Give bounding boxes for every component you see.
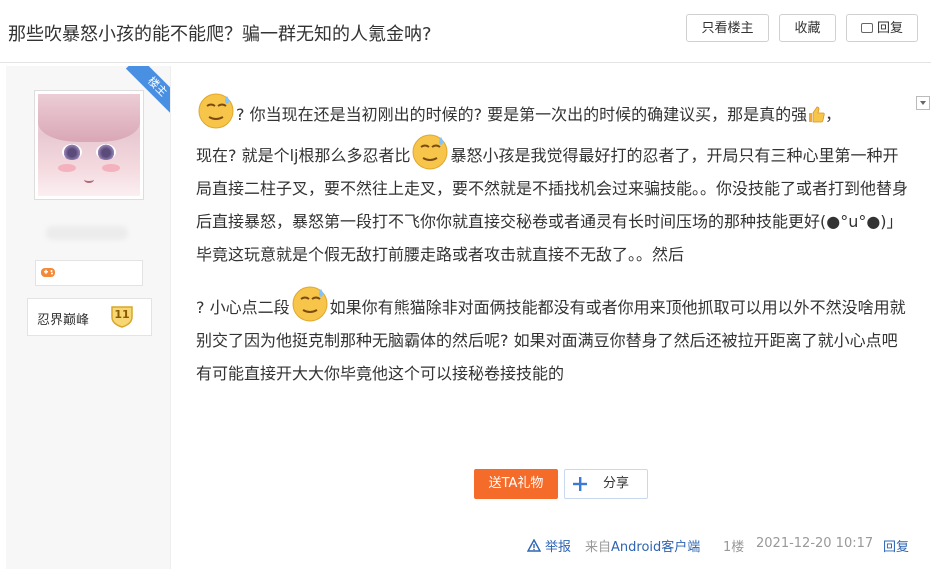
post-text-1a: ? 你当现在还是当初刚出的时候的? 要是第一次出的时候的确建议买，那是真的强	[236, 105, 808, 124]
share-button[interactable]: 分享	[564, 469, 648, 499]
post-text-1c: 现在? 就是个lj根那么多忍者比	[196, 146, 411, 165]
username-blurred[interactable]	[46, 226, 128, 240]
favorite-button[interactable]: 收藏	[779, 14, 836, 42]
post-timestamp: 2021-12-20 10:17	[756, 536, 874, 551]
only-op-button[interactable]: 只看楼主	[686, 14, 769, 42]
level-number: 11	[114, 308, 130, 321]
sweat-smile-emoji-icon	[292, 286, 328, 322]
user-level[interactable]: 忍界巅峰 11	[27, 298, 152, 336]
thread-title: 那些吹暴怒小孩的能不能爬？骗一群无知的人氪金呐?	[8, 24, 432, 45]
reply-button[interactable]: 回复	[846, 14, 918, 42]
sweat-smile-emoji-icon	[412, 134, 448, 170]
game-controller-icon[interactable]	[40, 266, 56, 278]
post-source: 来自Android客户端	[585, 536, 700, 556]
share-button-label: 分享	[603, 476, 630, 491]
post-text-2a: ? 小心点二段	[196, 298, 290, 317]
reply-button-label: 回复	[876, 21, 903, 36]
post-paragraph-2: ? 小心点二段 如果你有熊猫除非对面俩技能都没有或者你用来顶他抓取可以用以外不然…	[196, 283, 911, 390]
report-link[interactable]: 举报	[545, 536, 571, 556]
source-app-link[interactable]: Android客户端	[611, 540, 700, 555]
thumbs-up-icon	[809, 106, 825, 123]
medal-box	[35, 260, 143, 286]
post-paragraph-1: ? 你当现在还是当初刚出的时候的? 要是第一次出的时候的确建议买，那是真的强 ，…	[196, 90, 911, 271]
report-warning-icon	[527, 539, 541, 552]
avatar-image	[38, 94, 140, 196]
send-gift-button[interactable]: 送TA礼物	[474, 469, 558, 499]
post-content: ? 你当现在还是当初刚出的时候的? 要是第一次出的时候的确建议买，那是真的强 ，…	[196, 90, 911, 390]
sweat-smile-emoji-icon	[198, 93, 234, 129]
source-prefix: 来自	[585, 540, 612, 555]
post-menu-dropdown[interactable]	[916, 96, 930, 110]
level-badge-icon: 11	[109, 304, 135, 328]
comment-icon	[860, 23, 873, 33]
share-plus-icon	[573, 477, 587, 491]
floor-reply-link[interactable]: 回复	[883, 536, 909, 556]
level-name: 忍界巅峰	[37, 313, 90, 328]
post-text-1b: ，	[825, 105, 842, 124]
avatar[interactable]	[34, 90, 144, 200]
floor-number: 1楼	[723, 540, 745, 555]
thread-header: 那些吹暴怒小孩的能不能爬？骗一群无知的人氪金呐? 只看楼主 收藏 回复	[0, 0, 931, 63]
